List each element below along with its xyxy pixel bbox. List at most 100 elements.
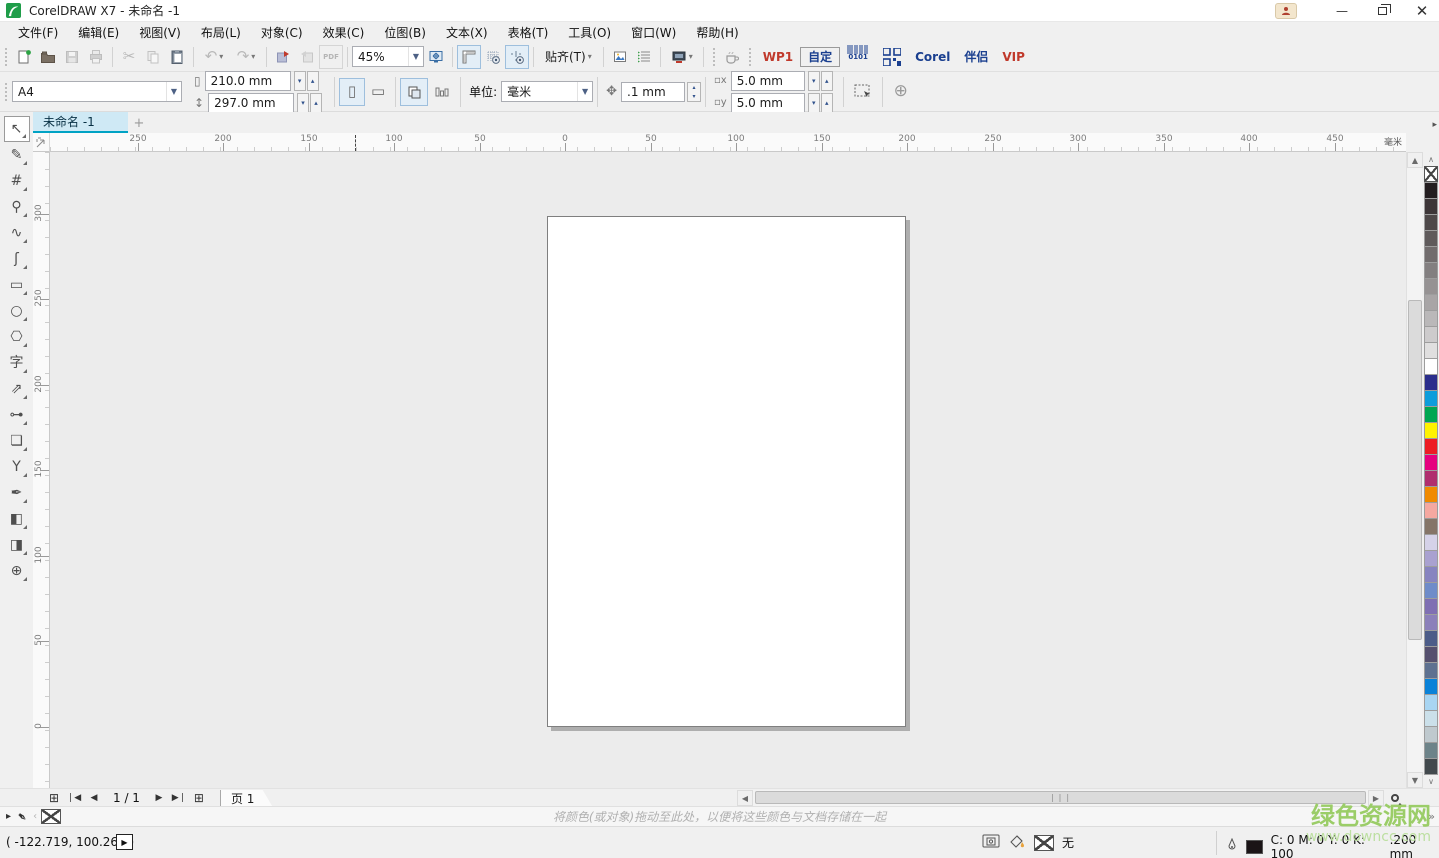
new-tab-button[interactable]: + [128,113,150,133]
menu-item[interactable]: 编辑(E) [68,22,129,43]
new-document-icon[interactable] [12,45,36,69]
document-tab[interactable]: 未命名 -1 [33,112,128,133]
color-swatch[interactable] [1424,614,1438,631]
interactive-fill-tool[interactable]: ◨ [4,532,30,558]
scroll-down-icon[interactable]: ▼ [1407,772,1423,788]
menu-item[interactable]: 表格(T) [498,22,559,43]
redo-button[interactable]: ↷▾ [230,45,262,69]
connector-tool[interactable]: ⊶ [4,402,30,428]
color-swatch[interactable] [1424,726,1438,743]
color-swatch[interactable] [1424,502,1438,519]
page-height-spinner[interactable]: ▾▴ [296,93,322,113]
toolbar-grip[interactable] [4,47,8,67]
horizontal-scrollbar[interactable]: ◀ ❘❘❘ ▶ [737,790,1403,806]
color-swatch[interactable] [1424,230,1438,247]
publish-pdf-icon[interactable]: PDF [319,45,343,69]
zoom-level-combo[interactable]: 45% ▼ [352,46,424,67]
palette-overflow-icon[interactable]: » [1428,810,1435,823]
document-page[interactable] [547,216,906,727]
dimension-tool[interactable]: ⇗ [4,376,30,402]
color-swatch[interactable] [1424,294,1438,311]
add-page-before-icon[interactable]: ⊞ [45,790,63,806]
color-swatch[interactable] [1424,582,1438,599]
color-swatch[interactable] [1424,182,1438,199]
ellipse-tool[interactable]: ○ [4,298,30,324]
object-styles-icon[interactable] [632,45,656,69]
add-property-icon[interactable]: ⊕ [887,78,915,106]
color-swatch[interactable] [1424,454,1438,471]
color-swatch[interactable] [1424,374,1438,391]
color-swatch[interactable] [1424,438,1438,455]
color-swatch[interactable] [1424,598,1438,615]
color-swatch[interactable] [1424,662,1438,679]
horizontal-scrollbar-track[interactable]: ❘❘❘ [753,790,1368,806]
color-swatch[interactable] [1424,742,1438,759]
horizontal-ruler[interactable]: 2502001501005005010015020025030035040045… [50,133,1406,152]
show-guidelines-toggle[interactable] [505,45,529,69]
pan-zoom-button[interactable] [1386,790,1403,806]
artistic-media-tool[interactable]: ʃ [4,246,30,272]
color-swatch[interactable] [1424,534,1438,551]
freehand-tool[interactable]: ∿ [4,220,30,246]
portrait-button[interactable]: ▯ [339,78,365,106]
previous-page-icon[interactable]: ◀ [85,790,103,806]
page-size-combo[interactable]: A4 ▼ [12,81,182,102]
transparency-tool[interactable]: Y [4,454,30,480]
color-swatch[interactable] [1424,342,1438,359]
save-icon[interactable] [60,45,84,69]
color-swatch[interactable] [1424,486,1438,503]
pick-tool[interactable]: ↖ [4,116,30,142]
page-width-field[interactable]: 210.0 mm [205,71,291,91]
restore-button[interactable] [1369,2,1395,20]
fit-page-icon[interactable] [424,45,448,69]
vertical-scrollbar[interactable]: ▲ ▼ [1406,152,1422,788]
color-swatch[interactable] [1424,678,1438,695]
menu-item[interactable]: 文本(X) [436,22,498,43]
color-swatch[interactable] [1424,566,1438,583]
close-button[interactable]: ✕ [1409,2,1435,20]
nudge-spinner[interactable]: ▴▾ [687,82,701,102]
plugin-wp1-button[interactable]: WP1 [756,45,800,69]
polygon-tool[interactable]: ⎔ [4,324,30,350]
no-color-swatch[interactable] [1424,166,1438,182]
color-swatch[interactable] [1424,326,1438,343]
paste-icon[interactable] [165,45,189,69]
import-icon[interactable] [271,45,295,69]
duplicate-x-field[interactable]: 5.0 mm [731,71,805,91]
options-icon[interactable] [608,45,632,69]
fill-color-icon[interactable] [1008,833,1026,852]
plugin-vip-button[interactable]: VIP [995,45,1032,69]
print-icon[interactable] [84,45,108,69]
color-swatch[interactable] [1424,262,1438,279]
color-eyedropper-tool[interactable]: ✒ [4,480,30,506]
color-swatch[interactable] [1424,246,1438,263]
color-swatch[interactable] [1424,278,1438,295]
plugin-qrcode-button[interactable] [876,45,908,69]
open-icon[interactable] [36,45,60,69]
color-swatch[interactable] [1424,646,1438,663]
page-tab[interactable]: 页 1 [220,790,272,807]
more-tools-button[interactable]: ⊕ [4,558,30,584]
next-page-icon[interactable]: ▶ [150,790,168,806]
color-swatch[interactable] [1424,694,1438,711]
text-tool[interactable]: 字 [4,350,30,376]
color-swatch[interactable] [1424,758,1438,775]
zoom-tool[interactable]: ⚲ [4,194,30,220]
last-page-icon[interactable]: ▶❘ [170,790,188,806]
color-swatch[interactable] [1424,518,1438,535]
show-rulers-toggle[interactable] [457,45,481,69]
landscape-button[interactable]: ▭ [365,78,391,106]
palette-scroll-down-icon[interactable]: ∨ [1423,774,1439,788]
scroll-right-icon[interactable]: ▶ [1368,790,1384,806]
chevron-down-icon[interactable]: ▼ [408,47,423,66]
plugin-barcode-button[interactable]: 0101 [840,45,876,69]
menu-item[interactable]: 文件(F) [8,22,68,43]
menu-item[interactable]: 窗口(W) [621,22,686,43]
duplicate-y-field[interactable]: 5.0 mm [731,93,805,113]
scroll-up-icon[interactable]: ▲ [1407,152,1423,168]
page-width-spinner[interactable]: ▾▴ [293,71,319,91]
color-swatch[interactable] [1424,550,1438,567]
plugin-custom-button[interactable]: 自定 [800,47,840,67]
nudge-field[interactable]: .1 mm [621,82,685,102]
units-combo[interactable]: 毫米 ▼ [501,81,593,102]
